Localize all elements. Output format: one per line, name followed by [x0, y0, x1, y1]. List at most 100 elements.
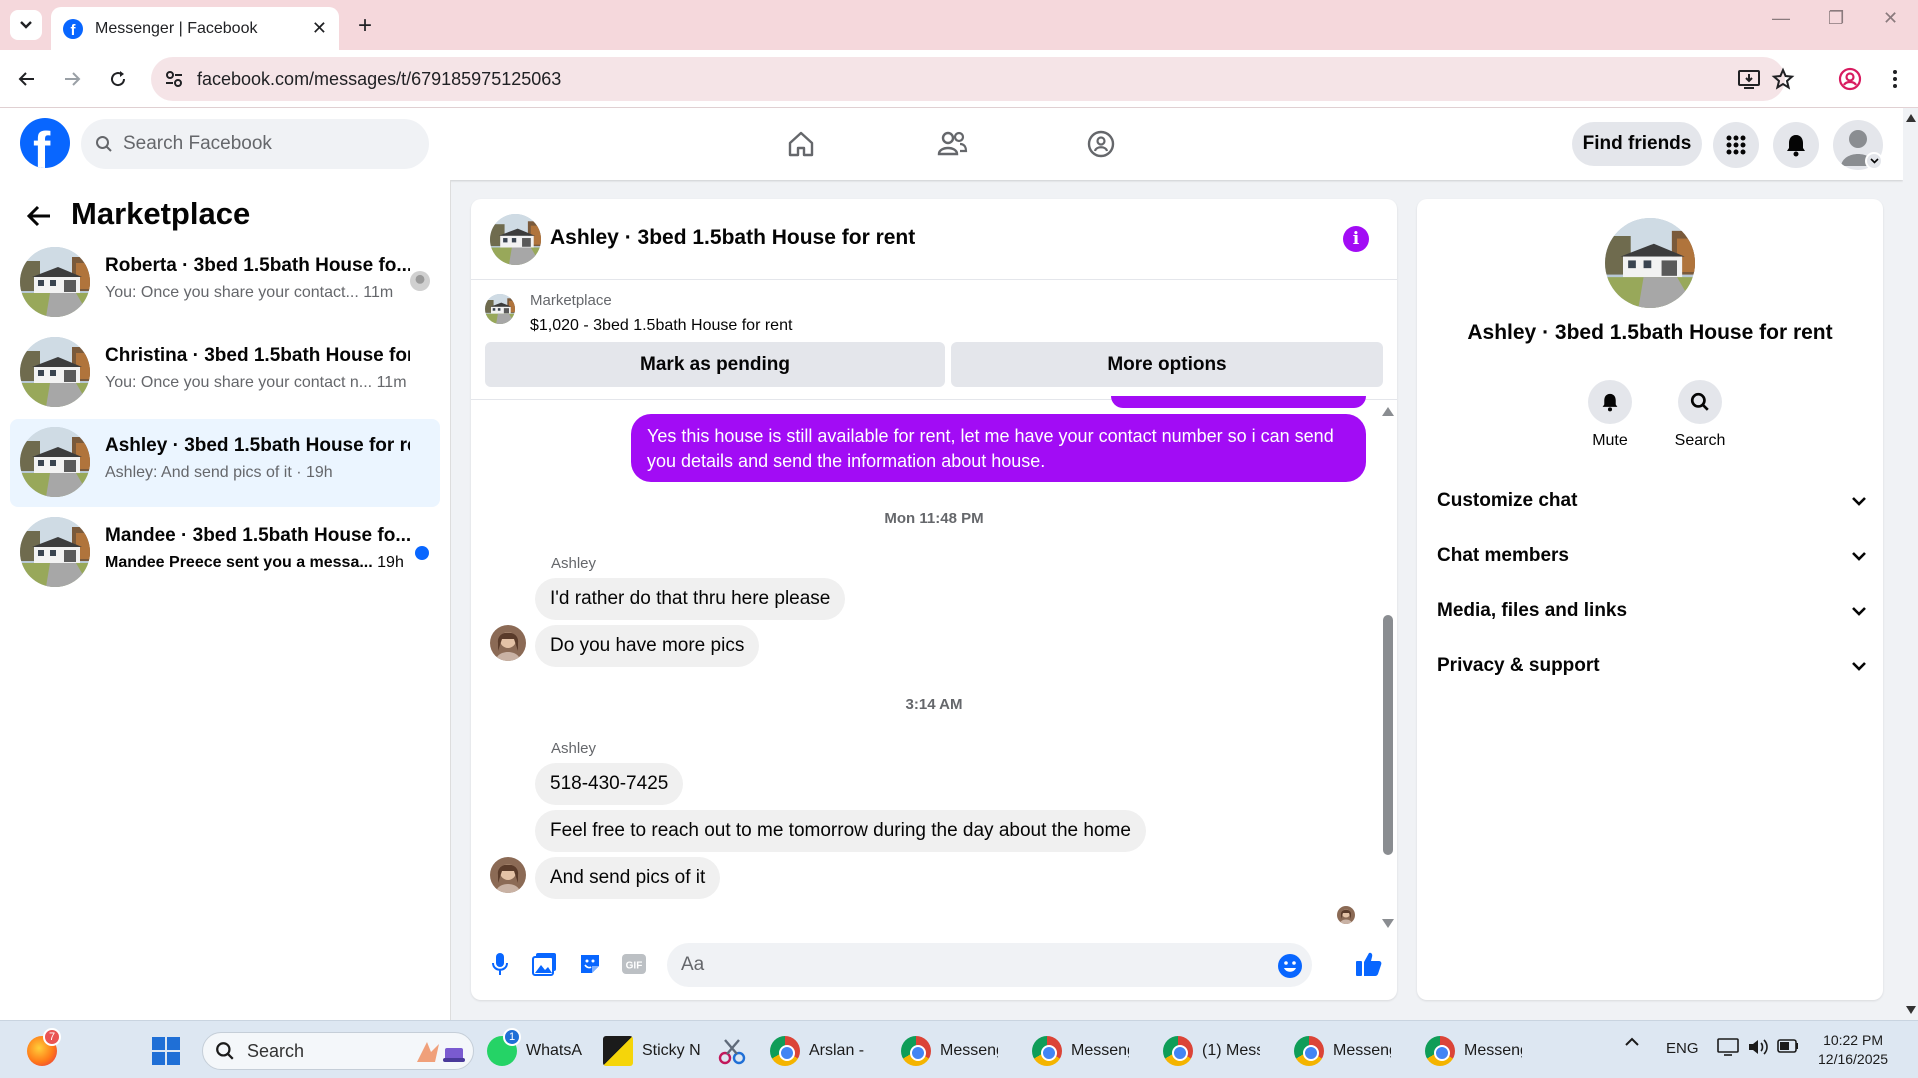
network-icon[interactable] [1717, 1037, 1739, 1057]
emoji-icon[interactable] [1277, 953, 1303, 979]
sticker-icon[interactable] [575, 949, 605, 979]
incoming-message[interactable]: Feel free to reach out to me tomorrow du… [535, 810, 1146, 852]
incoming-message[interactable]: I'd rather do that thru here please [535, 578, 846, 620]
taskbar-app-label: (1) Messer [1202, 1042, 1260, 1059]
incoming-message[interactable]: And send pics of it [535, 857, 721, 899]
site-info-icon[interactable] [163, 68, 185, 90]
facebook-search-input[interactable]: Search Facebook [81, 119, 429, 169]
sender-avatar[interactable] [490, 625, 526, 661]
back-button[interactable] [12, 64, 42, 94]
browser-tab-messenger[interactable]: f Messenger | Facebook ✕ [51, 7, 339, 50]
chat-scrollbar[interactable] [1381, 407, 1394, 928]
chat-members-section[interactable]: Chat members [1437, 536, 1867, 576]
taskbar-snipping-tool[interactable] [717, 1031, 747, 1071]
snipping-tool-icon [718, 1039, 746, 1065]
taskbar-chrome-messenger-4[interactable]: Messenge [1294, 1031, 1391, 1071]
message-input-placeholder: Aa [681, 954, 705, 975]
restore-icon[interactable]: ❐ [1828, 8, 1844, 29]
volume-icon[interactable] [1747, 1037, 1769, 1057]
message-input[interactable]: Aa [667, 943, 1312, 987]
taskbar-chrome-messenger-2[interactable]: Messenge [1032, 1031, 1129, 1071]
media-files-links-section[interactable]: Media, files and links [1437, 591, 1867, 631]
find-friends-button[interactable]: Find friends [1572, 122, 1702, 166]
section-label: Chat members [1437, 545, 1569, 566]
scroll-thumb[interactable] [1383, 615, 1393, 855]
customize-chat-section[interactable]: Customize chat [1437, 481, 1867, 521]
chat-title[interactable]: Ashley · 3bed 1.5bath House for rent [550, 226, 915, 250]
taskbar-app-label: WhatsA [526, 1042, 583, 1059]
account-chevron-icon[interactable] [1865, 152, 1883, 170]
home-nav-icon[interactable] [783, 126, 819, 162]
chat-avatar[interactable] [490, 214, 541, 265]
facebook-logo-icon[interactable]: f [20, 118, 70, 168]
reload-button[interactable] [103, 64, 133, 94]
taskbar-app-label: Arslan - G [809, 1042, 867, 1059]
outgoing-message[interactable]: Yes this house is still available for re… [631, 414, 1366, 482]
page-scrollbar[interactable] [1903, 108, 1918, 1020]
taskbar-whatsapp[interactable]: 1 WhatsA [487, 1028, 584, 1071]
forward-button[interactable] [57, 64, 87, 94]
close-tab-icon[interactable]: ✕ [312, 18, 327, 39]
window-close-icon[interactable]: ✕ [1883, 8, 1898, 29]
incoming-message[interactable]: 518-430-7425 [535, 763, 684, 805]
input-language[interactable]: ENG [1666, 1040, 1699, 1057]
microphone-icon[interactable] [485, 949, 515, 979]
browser-menu-icon[interactable] [1880, 64, 1910, 94]
mute-button[interactable]: Mute [1570, 380, 1650, 450]
show-hidden-icons-chevron-up-icon[interactable] [1624, 1037, 1640, 1047]
start-button[interactable] [151, 1031, 181, 1071]
menu-grid-icon[interactable] [1713, 122, 1759, 168]
privacy-support-section[interactable]: Privacy & support [1437, 646, 1867, 686]
minimize-icon[interactable]: — [1772, 8, 1790, 29]
taskbar-chrome-messenger-1[interactable]: Messenge [901, 1031, 998, 1071]
timestamp: 3:14 AM [905, 696, 963, 713]
system-clock[interactable]: 10:22 PM 12/16/2025 [1818, 1031, 1888, 1069]
conversation-snippet: Mandee Preece sent you a messa... 19h [105, 554, 404, 571]
battery-icon[interactable] [1777, 1039, 1799, 1053]
groups-nav-icon[interactable] [1083, 126, 1119, 162]
seen-avatar-icon [410, 271, 430, 291]
timestamp: Mon 11:48 PM [884, 510, 984, 527]
taskbar-firefox[interactable]: 7 [27, 1028, 61, 1071]
address-bar[interactable]: facebook.com/messages/t/679185975125063 [151, 57, 1795, 101]
whatsapp-icon: 1 [487, 1028, 521, 1066]
tab-search-button[interactable] [10, 10, 42, 40]
facebook-favicon-icon: f [63, 18, 83, 39]
listing-price[interactable]: $1,020 - 3bed 1.5bath House for rent [530, 317, 792, 335]
conversation-name: Ashley · 3bed 1.5bath House for rent [1467, 321, 1833, 344]
conversation-info-icon[interactable]: i [1343, 226, 1369, 252]
sender-avatar[interactable] [490, 857, 526, 893]
listing-thumbnail [20, 247, 90, 317]
gif-icon[interactable]: GIF [619, 949, 649, 979]
taskbar-search[interactable]: Search [202, 1032, 474, 1070]
listing-banner: Marketplace $1,020 - 3bed 1.5bath House … [471, 280, 1397, 400]
incoming-message[interactable]: Do you have more pics [535, 625, 760, 667]
conversation-item-christina[interactable]: Christina · 3bed 1.5bath House for ... Y… [10, 329, 440, 417]
conversation-item-mandee[interactable]: Mandee · 3bed 1.5bath House fo... Mandee… [10, 509, 440, 597]
tab-title: Messenger | Facebook [95, 19, 258, 37]
profile-account-icon[interactable] [1835, 64, 1865, 94]
conversation-item-roberta[interactable]: Roberta · 3bed 1.5bath House fo... You: … [10, 239, 440, 327]
reload-icon [111, 71, 126, 87]
search-placeholder: Search Facebook [123, 133, 272, 154]
more-options-button[interactable]: More options [951, 342, 1383, 387]
taskbar-chrome-messenger-3[interactable]: (1) Messer [1163, 1031, 1260, 1071]
photo-attach-icon[interactable] [530, 949, 560, 979]
new-tab-button[interactable]: + [352, 12, 378, 40]
conversation-item-ashley[interactable]: Ashley · 3bed 1.5bath House for rent Ash… [10, 419, 440, 507]
friends-nav-icon[interactable] [934, 126, 970, 162]
like-thumbs-up-icon[interactable] [1354, 949, 1384, 979]
taskbar-chrome-arslan[interactable]: Arslan - G [770, 1031, 867, 1071]
sender-name: Ashley [551, 740, 597, 757]
back-arrow-icon[interactable] [26, 204, 52, 228]
browser-toolbar: facebook.com/messages/t/679185975125063 [0, 50, 1918, 108]
taskbar-chrome-messenger-5[interactable]: Messenge [1425, 1031, 1522, 1071]
search-icon [216, 1042, 234, 1060]
taskbar-sticky-notes[interactable]: Sticky N [603, 1031, 700, 1071]
notifications-bell-icon[interactable] [1773, 122, 1819, 168]
search-in-conversation-button[interactable]: Search [1660, 380, 1740, 450]
install-app-icon[interactable] [1737, 67, 1761, 91]
bookmark-star-icon[interactable] [1771, 67, 1795, 91]
conversation-avatar[interactable] [1605, 218, 1695, 308]
mark-as-pending-button[interactable]: Mark as pending [485, 342, 945, 387]
